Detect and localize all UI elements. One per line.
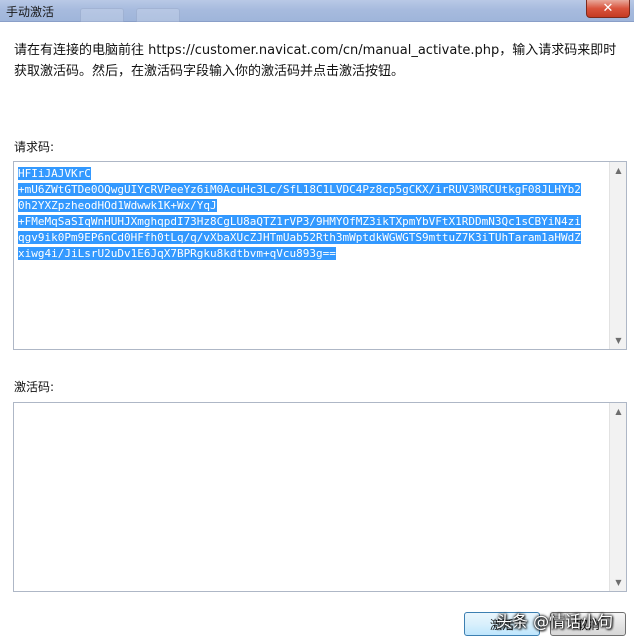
request-code-textarea[interactable]: HFIiJAJVKrC +mU6ZWtGTDe0OQwgUIYcRVPeeYz6… [13, 161, 627, 350]
request-code-line: +FMeMqSaSIqWnHUHJXmghqpdI73Hz8CgLU8aQTZ1… [18, 215, 581, 228]
close-button[interactable]: ✕ [586, 0, 630, 18]
request-code-line: HFIiJAJVKrC [18, 167, 91, 180]
activation-code-textarea[interactable]: ▲ ▼ [13, 402, 627, 592]
background-tab [136, 8, 180, 22]
scroll-up-icon[interactable]: ▲ [610, 403, 627, 420]
scroll-down-icon[interactable]: ▼ [610, 574, 627, 591]
request-code-line: xiwg4i/JiLsrU2uDv1E6JqX7BPRgku8kdtbvm+qV… [18, 247, 336, 260]
request-code-line: +mU6ZWtGTDe0OQwgUIYcRVPeeYz6iM0AcuHc3Lc/… [18, 183, 581, 196]
request-code-content: HFIiJAJVKrC +mU6ZWtGTDe0OQwgUIYcRVPeeYz6… [18, 166, 606, 345]
request-code-label: 请求码: [14, 140, 55, 154]
request-code-line: qgv9ik0Pm9EP6nCd0HFfh0tLq/q/vXbaXUcZJHTm… [18, 231, 581, 244]
activation-code-content [18, 407, 606, 587]
instruction-text: 请在有连接的电脑前往 https://customer.navicat.com/… [14, 43, 617, 79]
title-bar: 手动激活 ✕ [0, 0, 634, 22]
scroll-down-icon[interactable]: ▼ [610, 332, 627, 349]
background-tab [80, 8, 124, 22]
activation-code-label: 激活码: [14, 380, 55, 394]
scroll-up-icon[interactable]: ▲ [610, 162, 627, 179]
request-code-line: 0h2YXZpzheodHOd1Wdwwk1K+Wx/YqJ [18, 199, 217, 212]
request-code-scrollbar[interactable]: ▲ ▼ [609, 162, 626, 349]
watermark: 头条 @情话小句 [496, 612, 614, 631]
close-icon: ✕ [602, 1, 614, 16]
window-title: 手动激活 [6, 5, 55, 19]
activation-code-scrollbar[interactable]: ▲ ▼ [609, 403, 626, 591]
